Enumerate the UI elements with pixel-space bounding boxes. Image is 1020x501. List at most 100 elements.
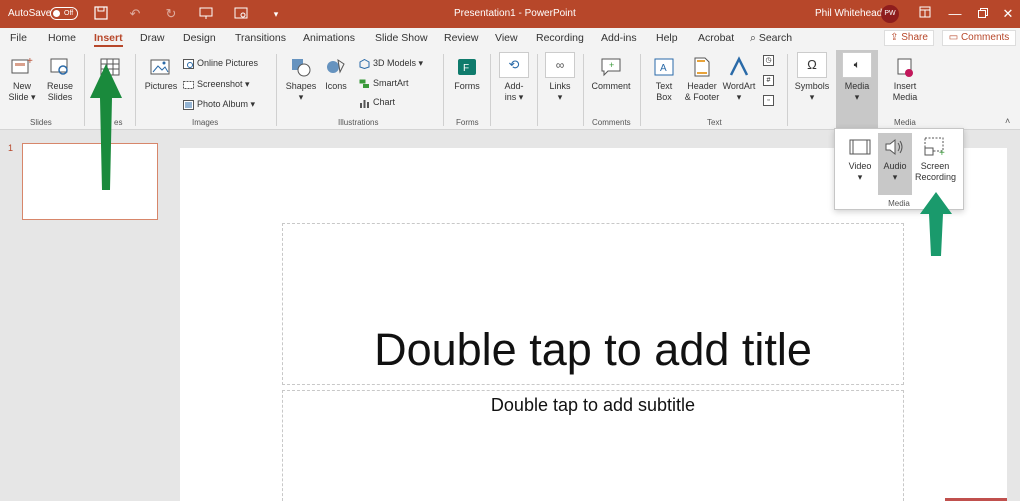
online-pictures-label: Online Pictures — [197, 58, 259, 68]
tab-slide-show[interactable]: Slide Show — [375, 32, 428, 44]
collapse-ribbon-icon[interactable]: ˄ — [1005, 116, 1010, 126]
pictures-label: Pictures — [144, 81, 178, 91]
screenshot-button[interactable]: Screenshot ▾ — [183, 78, 250, 90]
screenshot-icon — [183, 80, 194, 89]
ribbon-display-options-icon[interactable] — [917, 6, 933, 22]
save-icon[interactable] — [93, 6, 109, 22]
video-label: Video — [848, 161, 872, 171]
link-icon: ∞ — [545, 52, 575, 78]
undo-icon[interactable]: ↶ — [127, 6, 143, 22]
wordart-button[interactable]: WordArt ▾ — [721, 56, 757, 103]
smartart-button[interactable]: SmartArt — [359, 77, 409, 89]
screen-recording-label-1: Screen — [920, 161, 950, 171]
ribbon-tabs: File Home Insert Draw Design Transitions… — [0, 28, 1020, 48]
subtitle-placeholder[interactable]: Double tap to add subtitle — [282, 390, 904, 501]
online-pictures-button[interactable]: Online Pictures — [183, 57, 258, 69]
online-pictures-icon — [183, 58, 194, 69]
tab-draw[interactable]: Draw — [140, 32, 165, 44]
symbols-button[interactable]: Ω Symbols ▾ — [793, 52, 831, 103]
photo-album-label: Photo Album — [197, 99, 249, 109]
add-ins-button[interactable]: ⟲ Add- ins ▾ — [498, 52, 530, 103]
insert-media-label-2: Media — [892, 92, 918, 102]
links-button[interactable]: ∞ Links ▾ — [544, 52, 576, 103]
present-from-start-icon[interactable] — [198, 6, 214, 22]
links-label: Links — [549, 81, 571, 91]
forms-button[interactable]: F Forms — [451, 56, 483, 92]
tab-home[interactable]: Home — [48, 32, 76, 44]
tab-animations[interactable]: Animations — [303, 32, 355, 44]
forms-label: Forms — [454, 81, 480, 91]
minimize-icon[interactable]: — — [947, 6, 963, 22]
title-placeholder[interactable]: Double tap to add title — [282, 223, 904, 385]
add-ins-label-2: ins — [504, 92, 517, 102]
header-footer-icon — [694, 57, 710, 77]
autosave-toggle[interactable]: Off — [50, 7, 78, 20]
tab-add-ins[interactable]: Add-ins — [601, 32, 637, 44]
tab-recording[interactable]: Recording — [536, 32, 584, 44]
tab-transitions[interactable]: Transitions — [235, 32, 286, 44]
audio-button[interactable]: Audio ▾ — [878, 133, 912, 195]
document-title: Presentation1 - PowerPoint — [454, 8, 576, 19]
slide-number-icon[interactable]: # — [763, 75, 774, 86]
omega-icon: Ω — [797, 52, 827, 78]
subtitle-placeholder-text: Double tap to add subtitle — [490, 395, 696, 415]
audio-icon — [885, 138, 903, 156]
object-icon[interactable]: ▫ — [763, 95, 774, 106]
header-footer-label-2: & Footer — [684, 92, 720, 102]
screen-recording-icon: + — [924, 137, 945, 157]
icons-label: Icons — [325, 81, 347, 91]
redo-icon[interactable]: ↻ — [163, 6, 179, 22]
chart-button[interactable]: Chart — [359, 96, 395, 108]
text-box-icon: A — [654, 58, 674, 76]
shapes-label: Shapes — [285, 81, 317, 91]
insert-media-button[interactable]: Insert Media — [886, 56, 924, 103]
restore-icon[interactable] — [975, 6, 991, 22]
new-slide-icon: + — [11, 56, 33, 74]
date-time-icon[interactable]: ◷ — [763, 55, 774, 66]
3d-models-button[interactable]: 3D Models ▾ — [359, 57, 423, 69]
search-box[interactable]: ⌕ Search — [750, 32, 792, 45]
new-slide-button[interactable]: + New Slide ▾ — [6, 56, 38, 103]
video-button[interactable]: Video ▾ — [843, 137, 877, 183]
screenshot-label: Screenshot — [197, 79, 243, 89]
tab-help[interactable]: Help — [656, 32, 678, 44]
group-images-label: Images — [192, 118, 219, 127]
comments-button[interactable]: ▭ Comments — [942, 30, 1016, 46]
text-box-button[interactable]: A Text Box — [649, 56, 679, 103]
screen-recording-button[interactable]: + Screen Recording — [915, 137, 956, 183]
add-ins-icon: ⟲ — [499, 52, 529, 78]
customize-toolbar-icon[interactable] — [233, 6, 249, 22]
header-footer-button[interactable]: Header & Footer — [682, 56, 722, 103]
qat-dropdown-icon[interactable]: ▾ — [268, 6, 284, 22]
shapes-button[interactable]: Shapes ▾ — [284, 56, 318, 103]
svg-text:+: + — [939, 148, 945, 157]
comment-button[interactable]: + Comment — [590, 56, 632, 92]
user-name[interactable]: Phil Whitehead — [815, 8, 882, 19]
icons-button[interactable]: Icons — [322, 56, 350, 92]
insert-media-label-1: Insert — [893, 81, 917, 91]
new-slide-label-2: Slide — [8, 92, 29, 102]
tab-review[interactable]: Review — [444, 32, 478, 44]
tab-view[interactable]: View — [495, 32, 518, 44]
ribbon-separator — [537, 54, 538, 126]
photo-album-button[interactable]: Photo Album ▾ — [183, 98, 255, 110]
header-footer-label-1: Header — [687, 81, 717, 91]
chart-icon — [360, 99, 369, 108]
pictures-button[interactable]: Pictures — [142, 56, 180, 92]
tab-file[interactable]: File — [10, 32, 27, 44]
share-button[interactable]: ⇪ Share — [884, 30, 934, 46]
avatar[interactable]: PW — [881, 5, 899, 23]
close-icon[interactable]: ✕ — [1000, 6, 1016, 22]
tab-insert[interactable]: Insert — [94, 32, 123, 47]
tab-design[interactable]: Design — [183, 32, 216, 44]
search-icon: ⌕ — [750, 32, 756, 44]
smartart-label: SmartArt — [373, 78, 409, 88]
ribbon-separator — [490, 54, 491, 126]
tab-acrobat[interactable]: Acrobat — [698, 32, 734, 44]
reuse-slides-button[interactable]: Reuse Slides — [43, 56, 77, 103]
media-label: Media — [844, 81, 870, 91]
reuse-slides-label-2: Slides — [47, 92, 73, 102]
smartart-icon — [359, 79, 369, 88]
comments-label: Comments — [960, 32, 1010, 43]
media-button[interactable]: 🔈︎ Media ▾ — [836, 50, 878, 128]
